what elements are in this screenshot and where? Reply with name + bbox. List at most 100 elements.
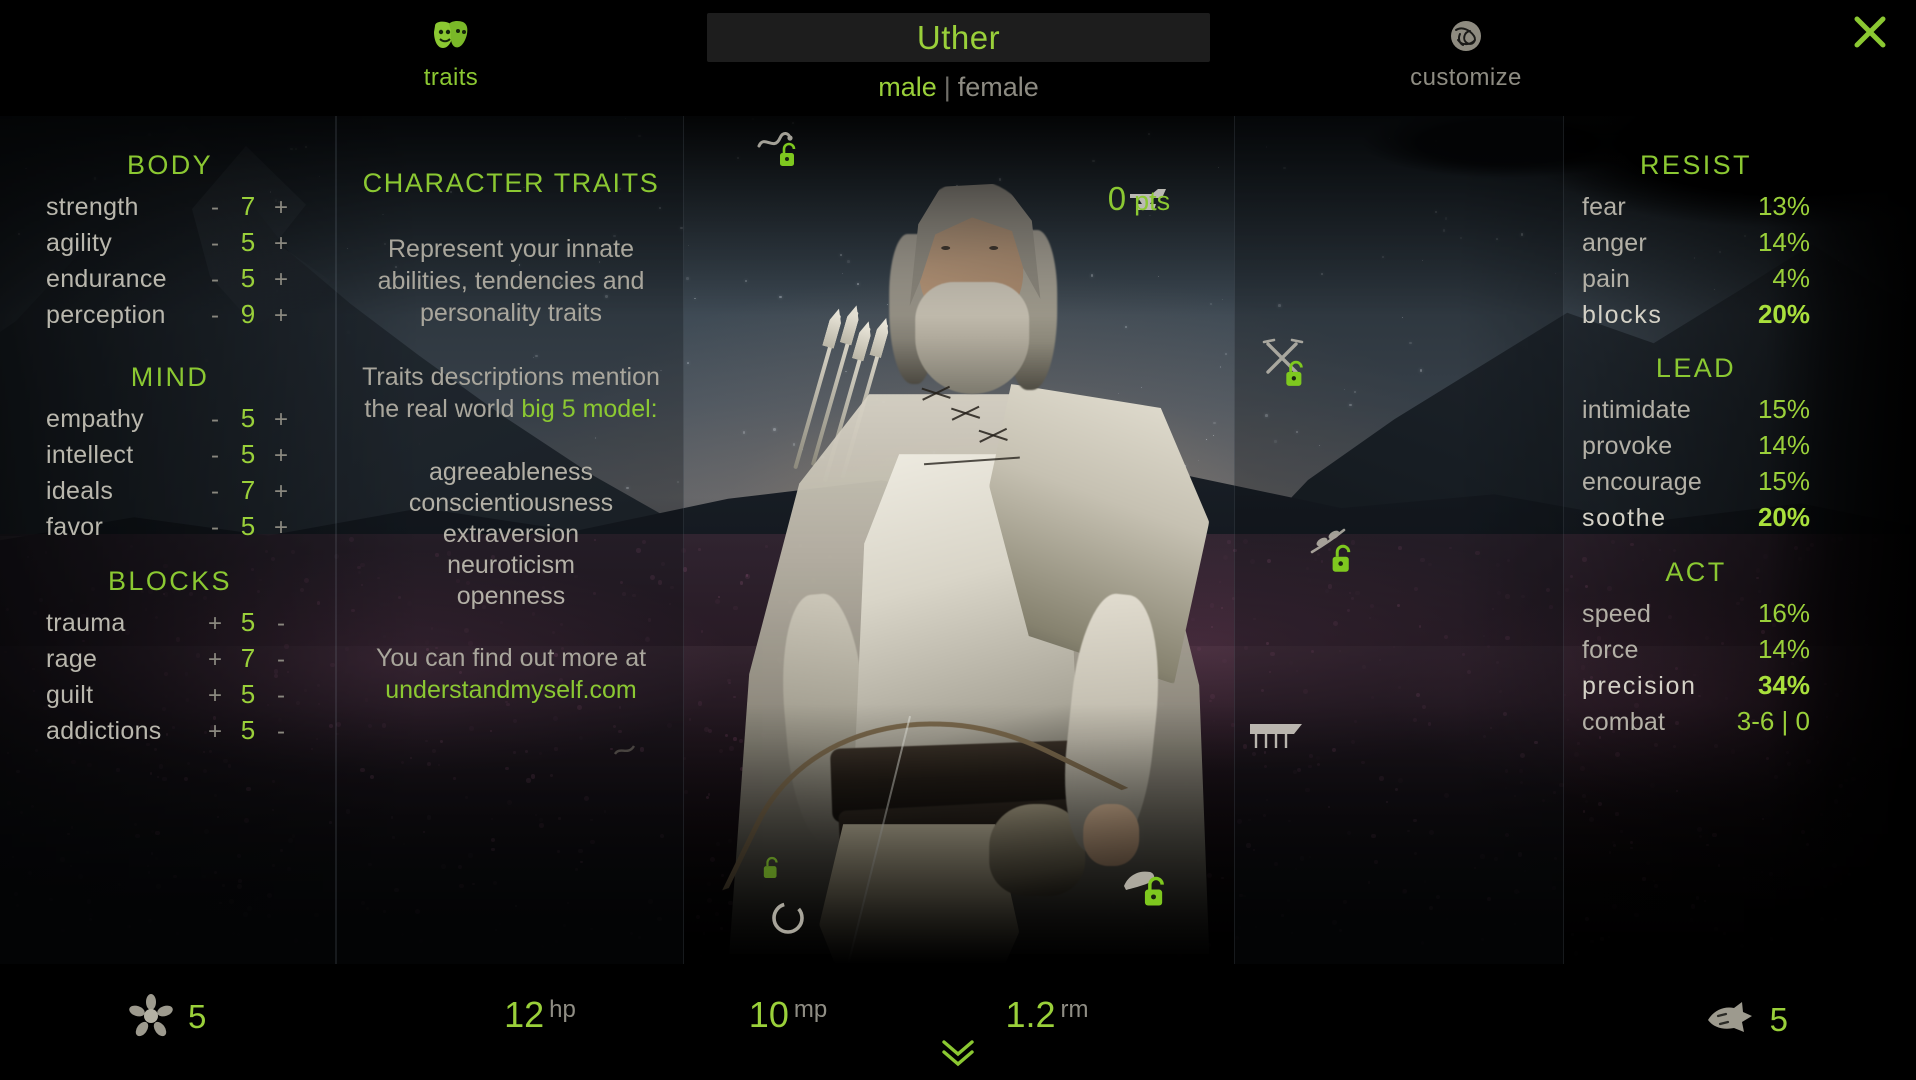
attr-row-empathy: empathy -5 +	[46, 403, 294, 439]
skill-label-precision: precision	[1582, 672, 1697, 700]
skill-label-combat: combat	[1582, 708, 1666, 736]
skill-value-soothe: 20%	[1757, 502, 1810, 532]
gender-male-option[interactable]: male	[878, 72, 937, 102]
attr-decrement-endurance[interactable]: -	[202, 266, 228, 294]
theatre-masks-icon	[434, 20, 468, 48]
badge-flower-value: 5	[188, 998, 207, 1035]
traits-panel-title: CHARACTER TRAITS	[362, 168, 660, 198]
attr-increment-endurance[interactable]: +	[268, 266, 294, 294]
attr-increment-perception[interactable]: +	[268, 302, 294, 330]
understandmyself-link[interactable]: understandmyself.com	[385, 676, 637, 704]
banner-icon	[1250, 724, 1302, 748]
tab-customize[interactable]: customize	[1381, 16, 1551, 92]
close-button[interactable]	[1850, 12, 1890, 52]
attr-row-addictions: addictions +5-	[46, 715, 294, 751]
skill-row-provoke: provoke 14%	[1582, 430, 1810, 466]
blocks-title: BLOCKS	[108, 566, 232, 596]
attr-decrement-ideals[interactable]: -	[202, 478, 228, 506]
skill-label-fear: fear	[1582, 193, 1626, 221]
attr-label-strength: strength	[46, 193, 139, 221]
attr-increment-intellect[interactable]: +	[268, 442, 294, 470]
trait-item: conscientiousness	[408, 489, 614, 517]
attr-label-empathy: empathy	[46, 405, 144, 433]
badge-flower[interactable]: 5	[128, 994, 206, 1040]
skill-label-speed: speed	[1582, 600, 1652, 628]
skill-label-intimidate: intimidate	[1582, 396, 1691, 424]
lead-skills-panel: LEAD intimidate 15% provoke 14% encourage 15%…	[1582, 353, 1810, 538]
vital-mp-value: 10	[748, 994, 789, 1035]
attr-label-addictions: addictions	[46, 717, 162, 745]
traits-para2-line1: Traits descriptions mention	[362, 363, 660, 391]
badge-wolf-value: 5	[1769, 1001, 1788, 1038]
celtic-knot-icon	[1451, 21, 1481, 51]
attr-increment-empathy[interactable]: +	[268, 406, 294, 434]
attr-value-empathy: 5	[240, 403, 256, 433]
attr-value-ideals: 7	[240, 475, 256, 505]
skill-value-provoke: 14%	[1757, 430, 1810, 460]
tab-traits[interactable]: traits	[366, 16, 536, 92]
attr-decrement-strength[interactable]: -	[202, 194, 228, 222]
attr-value-favor: 5	[240, 511, 256, 541]
attr-decrement-rage[interactable]: +	[202, 646, 228, 674]
badge-wolf[interactable]: 5	[1704, 1000, 1788, 1040]
points-value: 0	[1107, 180, 1127, 217]
vital-hp: 12 hp	[470, 994, 610, 1036]
attr-increment-addictions[interactable]: -	[268, 718, 294, 746]
unlocked-padlock-icon	[1144, 876, 1164, 906]
attr-decrement-perception[interactable]: -	[202, 302, 228, 330]
mind-rows: empathy -5 + intellect -5 + ideals -7 + favor -5 +	[46, 403, 294, 547]
attr-value-guilt: 5	[240, 679, 256, 709]
attr-increment-guilt[interactable]: -	[268, 682, 294, 710]
attr-value-perception: 9	[240, 299, 256, 329]
attr-increment-strength[interactable]: +	[268, 194, 294, 222]
attr-decrement-addictions[interactable]: +	[202, 718, 228, 746]
character-name-value: Uther	[916, 18, 1001, 56]
skill-row-encourage: encourage 15%	[1582, 466, 1810, 502]
vital-hp-value: 12	[504, 994, 545, 1035]
attr-decrement-trauma[interactable]: +	[202, 610, 228, 638]
skill-value-blocks: 20%	[1757, 299, 1810, 329]
traits-para1-line1: Represent your innate	[388, 235, 634, 263]
skill-label-force: force	[1582, 636, 1639, 664]
attr-increment-favor[interactable]: +	[268, 514, 294, 542]
attr-row-favor: favor -5 +	[46, 511, 294, 547]
scroll-down-button[interactable]	[936, 1036, 980, 1072]
trait-item: agreeableness	[428, 458, 593, 486]
skill-label-soothe: soothe	[1582, 504, 1667, 532]
lead-rows: intimidate 15% provoke 14% encourage 15% sooth…	[1582, 394, 1810, 538]
resist-skills-panel: RESIST fear 13% anger 14% pain 4% blocks 20%	[1582, 150, 1810, 335]
skill-value-force: 14%	[1757, 634, 1810, 664]
attr-label-ideals: ideals	[46, 477, 114, 505]
points-counter: 0 pts	[1064, 180, 1214, 218]
double-chevron-down-icon	[942, 1040, 974, 1067]
character-name-field[interactable]: Uther	[707, 13, 1210, 62]
attr-row-trauma: trauma +5-	[46, 607, 294, 643]
attr-decrement-agility[interactable]: -	[202, 230, 228, 258]
attr-value-rage: 7	[240, 643, 256, 673]
attr-increment-ideals[interactable]: +	[268, 478, 294, 506]
attr-decrement-favor[interactable]: -	[202, 514, 228, 542]
skill-row-anger: anger 14%	[1582, 227, 1810, 263]
attr-increment-rage[interactable]: -	[268, 646, 294, 674]
attr-decrement-guilt[interactable]: +	[202, 682, 228, 710]
big-five-trait-list: agreeableness conscientiousness extraversi…	[352, 457, 670, 612]
vital-hp-unit: hp	[549, 996, 576, 1023]
traits-para2-line2-prefix: the real world	[364, 395, 522, 423]
skill-value-speed: 16%	[1757, 598, 1810, 628]
vital-rm-value: 1.2	[1005, 994, 1056, 1035]
skill-row-force: force 14%	[1582, 634, 1810, 670]
traits-paragraph-2: Traits descriptions mention the real wor…	[352, 361, 670, 425]
attr-increment-trauma[interactable]: -	[268, 610, 294, 638]
vital-rm: 1.2 rm	[972, 994, 1122, 1036]
attr-increment-agility[interactable]: +	[268, 230, 294, 258]
skill-value-anger: 14%	[1757, 227, 1810, 257]
skill-value-precision: 34%	[1757, 670, 1810, 700]
traits-paragraph-1: Represent your innate abilities, tendenc…	[352, 233, 670, 329]
mind-attributes-panel: MIND empathy -5 + intellect -5 + ideals -7 + favo…	[46, 362, 294, 547]
bottom-bar: 12 hp 10 mp 1.2 rm 5 5	[0, 960, 1916, 1080]
attr-decrement-intellect[interactable]: -	[202, 442, 228, 470]
attr-decrement-empathy[interactable]: -	[202, 406, 228, 434]
gender-female-option[interactable]: female	[958, 72, 1039, 102]
attr-row-rage: rage +7-	[46, 643, 294, 679]
skill-row-fear: fear 13%	[1582, 191, 1810, 227]
